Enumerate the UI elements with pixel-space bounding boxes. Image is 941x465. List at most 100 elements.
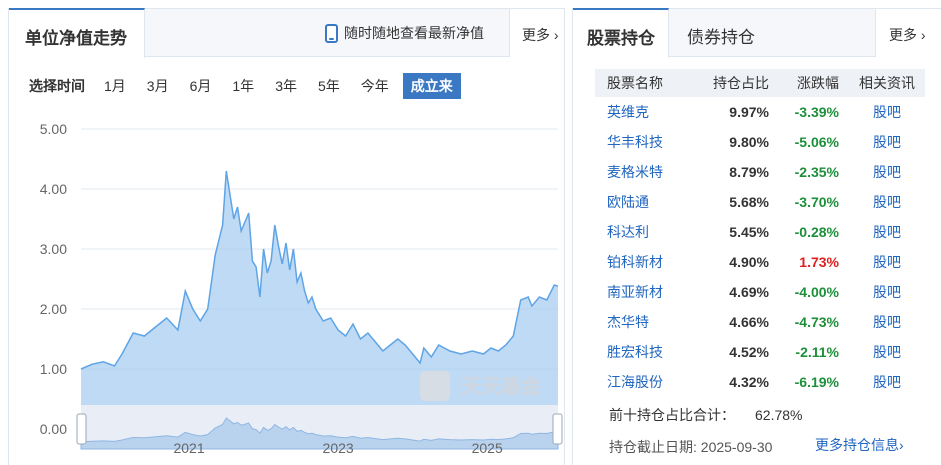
- y-tick-label: 3.00: [40, 241, 67, 257]
- chevron-right-icon: ›: [899, 437, 904, 453]
- stock-weight: 4.90%: [729, 254, 769, 270]
- table-row: 麦格米特 8.79% -2.35% 股吧: [595, 157, 925, 187]
- more-holdings-label: 更多持仓信息: [815, 437, 899, 453]
- table-row: 英维克 9.97% -3.39% 股吧: [595, 97, 925, 127]
- nav-trend-panel: 单位净值走势 随时随地查看最新净值 更多 › 选择时间 1月 3月 6月 1年 …: [8, 8, 565, 465]
- holdings-header-row: 股票名称 持仓占比 涨跌幅 相关资讯: [595, 69, 925, 97]
- stock-change: -5.06%: [794, 134, 839, 150]
- stock-weight: 5.68%: [729, 194, 769, 210]
- range-3y[interactable]: 3年: [268, 73, 304, 99]
- holdings-table: 股票名称 持仓占比 涨跌幅 相关资讯 英维克 9.97% -3.39% 股吧 华丰科技 9…: [595, 69, 925, 397]
- stock-forum-link[interactable]: 股吧: [839, 337, 925, 367]
- y-tick-label: 0.00: [40, 421, 67, 437]
- table-row: 铂科新材 4.90% 1.73% 股吧: [595, 247, 925, 277]
- stock-forum-link[interactable]: 股吧: [839, 127, 925, 157]
- y-tick-label: 5.00: [40, 121, 67, 137]
- holdings-as-of-date: 持仓截止日期: 2025-09-30: [609, 439, 773, 455]
- navigator-year-label: 2021: [173, 440, 204, 456]
- navigator-year-label: 2025: [472, 440, 503, 456]
- table-row: 华丰科技 9.80% -5.06% 股吧: [595, 127, 925, 157]
- stock-name-link[interactable]: 胜宏科技: [595, 337, 693, 367]
- col-news: 相关资讯: [839, 69, 925, 97]
- stock-name-link[interactable]: 科达利: [595, 217, 693, 247]
- table-row: 欧陆通 5.68% -3.70% 股吧: [595, 187, 925, 217]
- stock-weight: 9.80%: [729, 134, 769, 150]
- stock-forum-link[interactable]: 股吧: [839, 97, 925, 127]
- stock-change: -2.11%: [795, 344, 839, 360]
- holdings-more-label: 更多: [889, 27, 917, 43]
- top10-label: 前十持仓占比合计：: [609, 407, 735, 423]
- stock-name-link[interactable]: 杰华特: [595, 307, 693, 337]
- stock-change: -4.73%: [794, 314, 839, 330]
- tab-nav-trend[interactable]: 单位净值走势: [9, 8, 145, 58]
- nav-more-label: 更多: [522, 27, 550, 43]
- stock-name-link[interactable]: 麦格米特: [595, 157, 693, 187]
- stock-change: 1.73%: [799, 254, 839, 270]
- y-tick-label: 2.00: [40, 301, 67, 317]
- phone-icon: [325, 23, 338, 43]
- stock-change: -3.70%: [794, 194, 839, 210]
- nav-panel-header: 单位净值走势 随时随地查看最新净值 更多 ›: [9, 8, 564, 58]
- stock-forum-link[interactable]: 股吧: [839, 217, 925, 247]
- chevron-right-icon: ›: [550, 27, 559, 43]
- stock-change: -2.35%: [794, 164, 839, 180]
- stock-weight: 4.66%: [729, 314, 769, 330]
- table-row: 南亚新材 4.69% -4.00% 股吧: [595, 277, 925, 307]
- stock-forum-link[interactable]: 股吧: [839, 277, 925, 307]
- col-weight: 持仓占比: [693, 69, 769, 97]
- navigator-right-handle[interactable]: [552, 413, 563, 445]
- more-holdings-link[interactable]: 更多持仓信息›: [815, 435, 904, 455]
- range-3m[interactable]: 3月: [140, 73, 176, 99]
- col-change: 涨跌幅: [769, 69, 839, 97]
- range-1m[interactable]: 1月: [97, 73, 133, 99]
- stock-name-link[interactable]: 英维克: [595, 97, 693, 127]
- stock-name-link[interactable]: 铂科新材: [595, 247, 693, 277]
- stock-name-link[interactable]: 南亚新材: [595, 277, 693, 307]
- stock-change: -0.28%: [794, 224, 839, 240]
- mobile-nav-link[interactable]: 随时随地查看最新净值: [325, 23, 484, 43]
- time-range-label: 选择时间: [29, 78, 85, 94]
- top10-value: 62.78%: [755, 407, 803, 423]
- y-tick-label: 1.00: [40, 361, 67, 377]
- holdings-panel-header: 股票持仓 债券持仓 更多 ›: [573, 8, 941, 58]
- stock-name-link[interactable]: 欧陆通: [595, 187, 693, 217]
- range-1y[interactable]: 1年: [225, 73, 261, 99]
- watermark-logo-icon: [420, 371, 450, 401]
- table-row: 杰华特 4.66% -4.73% 股吧: [595, 307, 925, 337]
- chevron-right-icon: ›: [917, 27, 926, 43]
- watermark-text: 天天基金: [461, 374, 542, 398]
- stock-weight: 4.69%: [729, 284, 769, 300]
- top10-summary: 前十持仓占比合计： 62.78%: [609, 405, 802, 425]
- table-row: 江海股份 4.32% -6.19% 股吧: [595, 367, 925, 397]
- stock-name-link[interactable]: 江海股份: [595, 367, 693, 397]
- holdings-panel: 股票持仓 债券持仓 更多 › 股票名称 持仓占比 涨跌幅 相关资讯 英维克 9.9…: [572, 8, 941, 465]
- stock-change: -3.39%: [794, 104, 839, 120]
- nav-more-link[interactable]: 更多 ›: [509, 9, 564, 57]
- range-5y[interactable]: 5年: [311, 73, 347, 99]
- stock-weight: 4.52%: [729, 344, 769, 360]
- navigator-year-label: 2023: [323, 440, 354, 456]
- stock-change: -4.00%: [794, 284, 839, 300]
- navigator-left-handle[interactable]: [76, 413, 87, 445]
- stock-forum-link[interactable]: 股吧: [839, 307, 925, 337]
- table-row: 胜宏科技 4.52% -2.11% 股吧: [595, 337, 925, 367]
- nav-area-chart: 5.004.003.002.001.000.00 天天基金 2021 2023 20…: [40, 121, 563, 456]
- stock-name-link[interactable]: 华丰科技: [595, 127, 693, 157]
- stock-weight: 4.32%: [729, 374, 769, 390]
- col-stock-name: 股票名称: [595, 69, 693, 97]
- holdings-more-link[interactable]: 更多 ›: [875, 9, 941, 57]
- range-since-inception[interactable]: 成立来: [402, 73, 461, 99]
- stock-forum-link[interactable]: 股吧: [839, 187, 925, 217]
- stock-forum-link[interactable]: 股吧: [839, 247, 925, 277]
- stock-forum-link[interactable]: 股吧: [839, 157, 925, 187]
- range-ytd[interactable]: 今年: [354, 73, 396, 99]
- stock-weight: 9.97%: [729, 104, 769, 120]
- range-6m[interactable]: 6月: [183, 73, 219, 99]
- stock-change: -6.19%: [794, 374, 839, 390]
- y-tick-label: 4.00: [40, 181, 67, 197]
- tab-bond-holdings[interactable]: 债券持仓: [687, 23, 755, 48]
- time-range-selector: 选择时间 1月 3月 6月 1年 3年 5年 今年 成立来: [29, 73, 468, 99]
- tab-stock-holdings[interactable]: 股票持仓: [573, 8, 669, 58]
- range-navigator[interactable]: 2021 2023 2025: [76, 405, 563, 456]
- stock-forum-link[interactable]: 股吧: [839, 367, 925, 397]
